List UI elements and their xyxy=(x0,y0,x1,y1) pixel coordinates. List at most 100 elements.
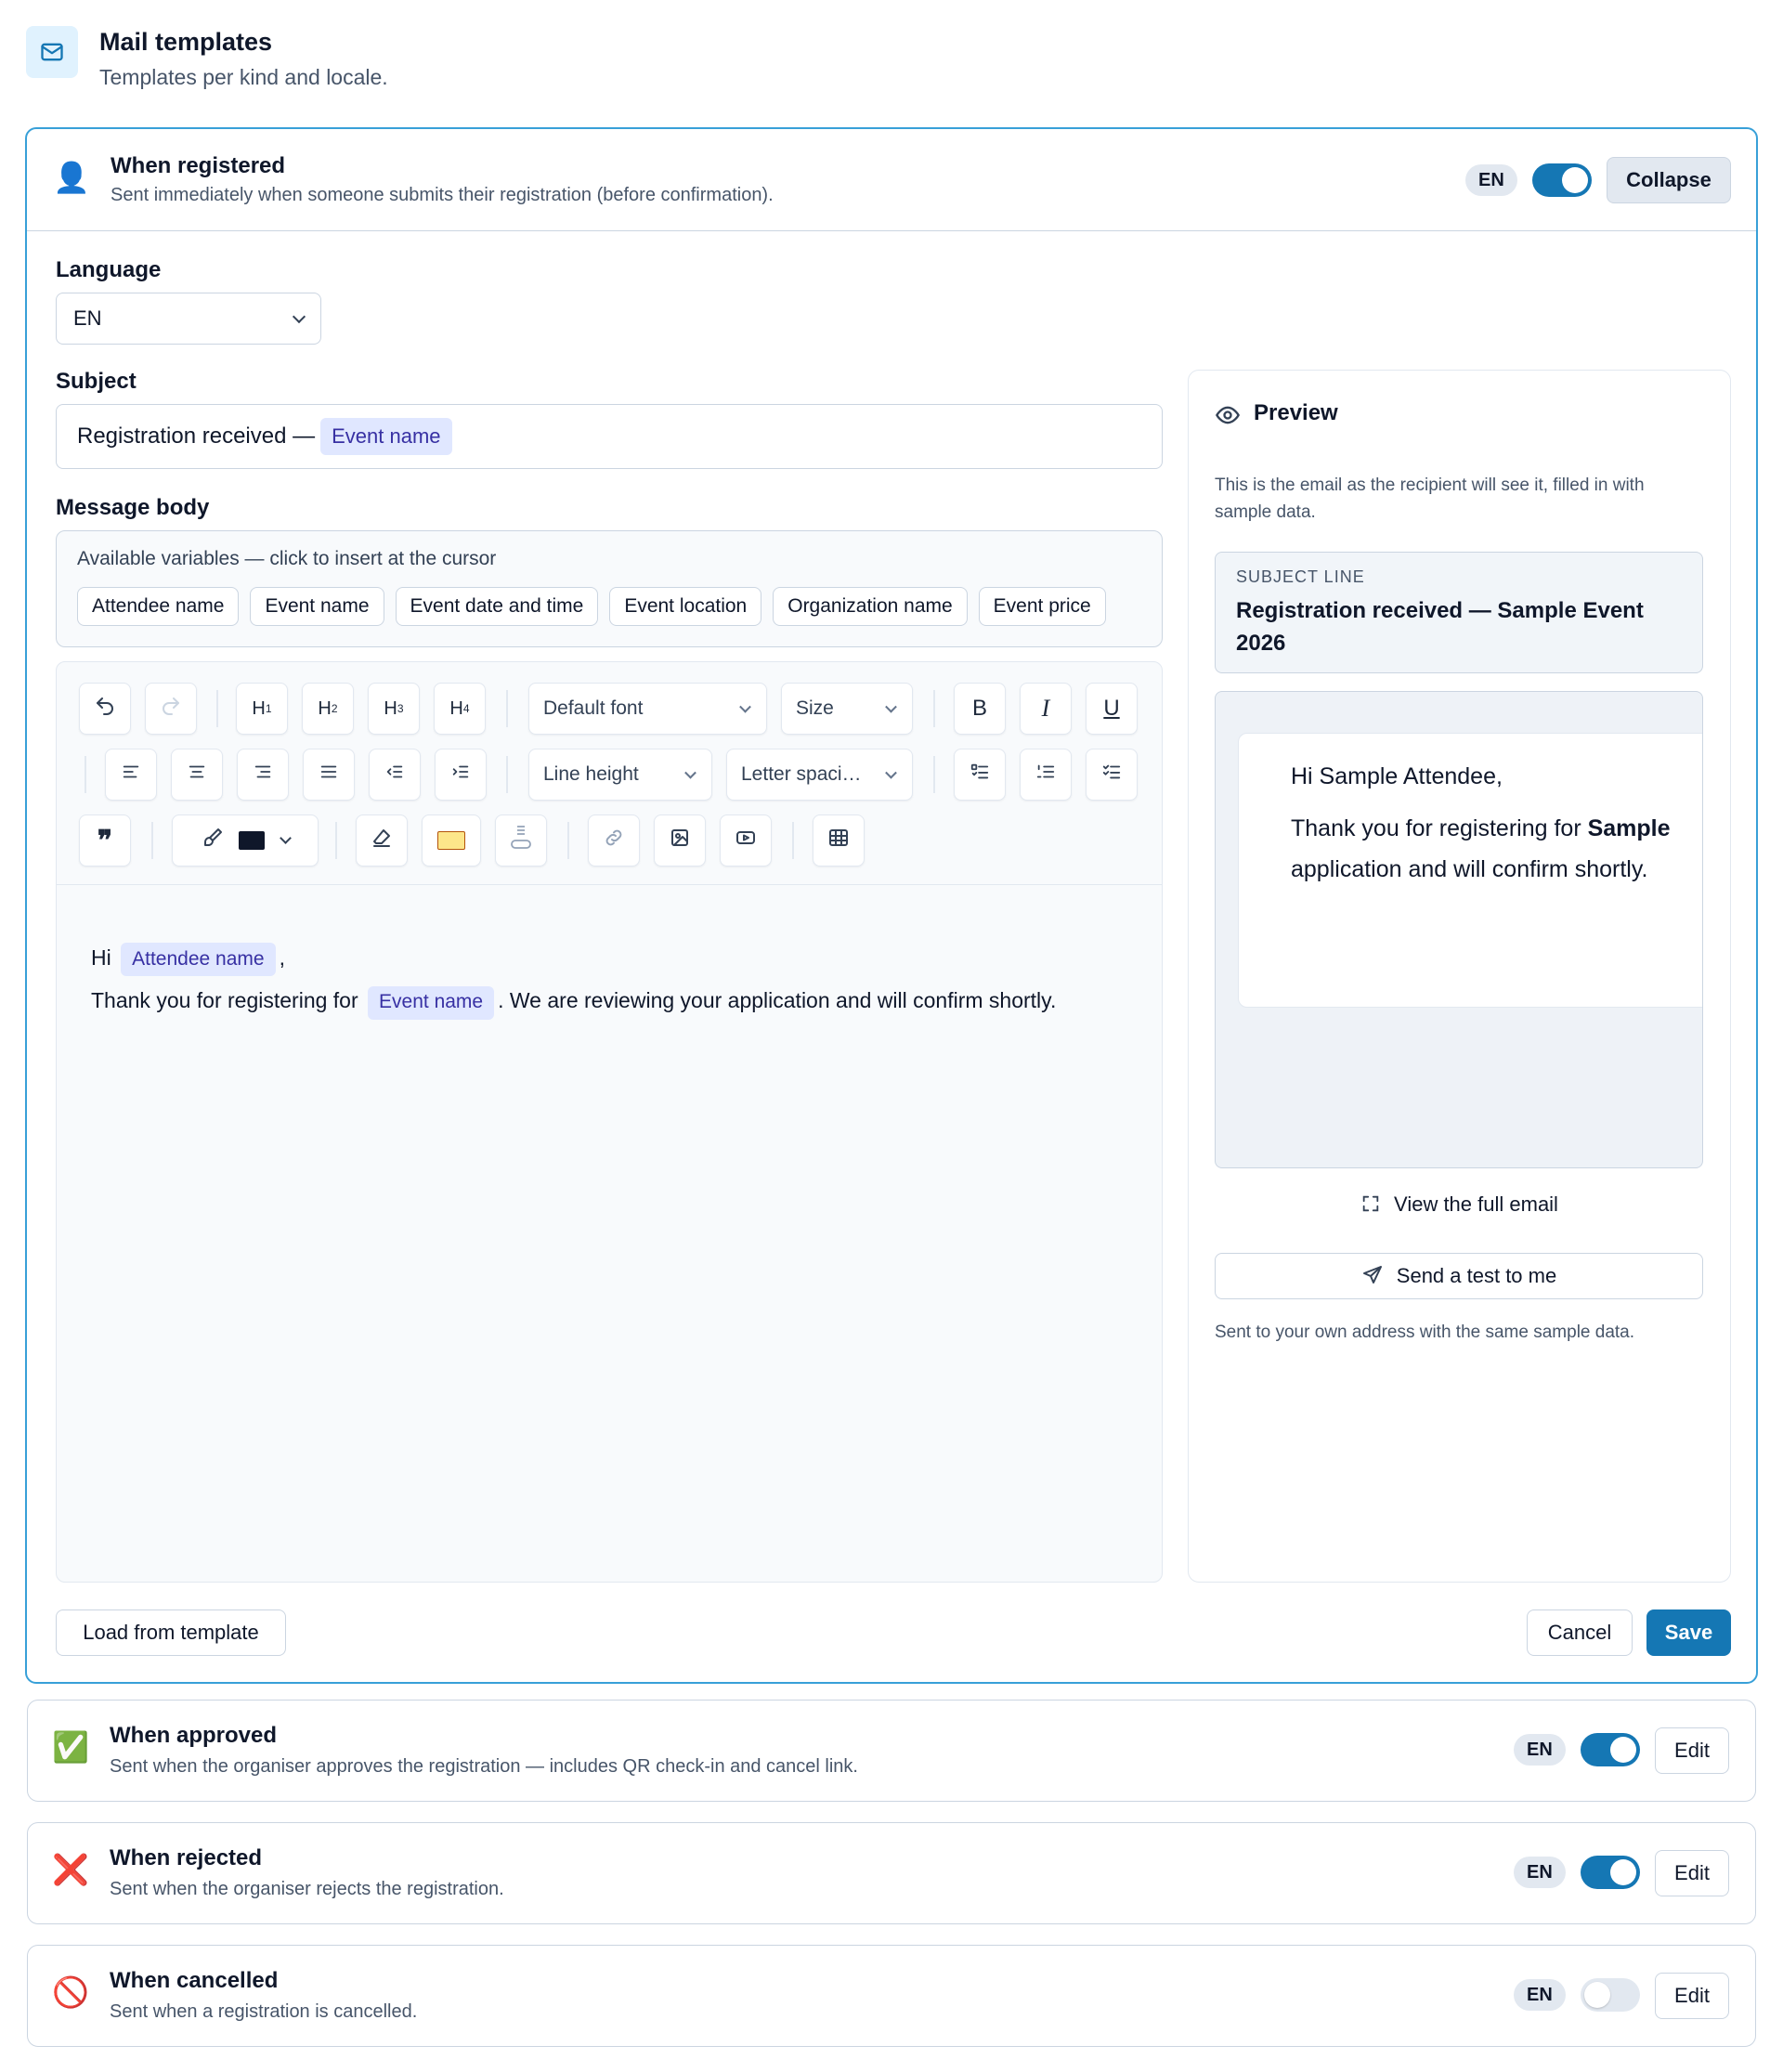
task-list-icon xyxy=(1101,762,1122,788)
chevron-down-icon xyxy=(292,309,306,324)
edit-button[interactable]: Edit xyxy=(1655,1973,1729,2019)
heading-2-sub: 2 xyxy=(331,702,338,715)
locale-badge: EN xyxy=(1514,1734,1566,1766)
bullet-list-button[interactable] xyxy=(954,749,1006,801)
variable-organization-name[interactable]: Organization name xyxy=(773,587,968,626)
heading-2-button[interactable]: H2 xyxy=(302,683,354,735)
outdent-button[interactable] xyxy=(369,749,421,801)
locale-badge: EN xyxy=(1465,164,1517,196)
editor-variable-chip[interactable]: Attendee name xyxy=(121,943,276,977)
template-card-rejected: ❌ When rejected Sent when the organiser … xyxy=(27,1822,1756,1924)
cancel-button[interactable]: Cancel xyxy=(1527,1609,1633,1656)
variable-event-date-time[interactable]: Event date and time xyxy=(395,587,599,626)
image-icon xyxy=(669,827,691,854)
view-full-email-link[interactable]: View the full email xyxy=(1189,1192,1730,1219)
font-family-select[interactable]: Default font xyxy=(528,683,767,735)
italic-button[interactable]: I xyxy=(1020,683,1072,735)
bold-button[interactable]: B xyxy=(954,683,1006,735)
subject-input[interactable]: Registration received — Event name xyxy=(56,404,1163,469)
page-subtitle: Templates per kind and locale. xyxy=(99,65,388,89)
text-color-picker[interactable] xyxy=(172,814,319,867)
chevron-down-icon xyxy=(885,766,897,779)
editor-toolbar: H1 H2 H3 H4 Default font Size B I U Line… xyxy=(57,662,1162,885)
heading-2-label: H xyxy=(318,697,332,719)
enabled-toggle[interactable] xyxy=(1581,1978,1640,2012)
card-header: 👤 When registered Sent immediately when … xyxy=(27,129,1756,231)
heading-1-button[interactable]: H1 xyxy=(236,683,288,735)
editor-variable-chip[interactable]: Event name xyxy=(368,985,495,1020)
enabled-toggle[interactable] xyxy=(1532,163,1592,197)
font-size-select[interactable]: Size xyxy=(781,683,913,735)
divider-icon xyxy=(508,824,534,857)
save-button[interactable]: Save xyxy=(1646,1609,1731,1656)
table-button[interactable] xyxy=(813,814,865,867)
template-card-approved: ✅ When approved Sent when the organiser … xyxy=(27,1700,1756,1802)
editor-content[interactable]: Hi Attendee name, Thank you for register… xyxy=(91,941,1127,1027)
preview-email-text-2: application and will confirm shortly. xyxy=(1291,855,1648,882)
person-icon: 👤 xyxy=(53,161,90,194)
subject-variable-chip[interactable]: Event name xyxy=(320,418,452,455)
highlight-swatch xyxy=(437,831,465,850)
line-height-select[interactable]: Line height xyxy=(528,749,712,801)
load-from-template-button[interactable]: Load from template xyxy=(56,1609,286,1656)
image-button[interactable] xyxy=(654,814,706,867)
font-size-value: Size xyxy=(796,697,834,719)
variable-event-name[interactable]: Event name xyxy=(250,587,384,626)
variables-hint: Available variables — click to insert at… xyxy=(77,548,497,569)
video-button[interactable] xyxy=(720,814,772,867)
editor-paragraph-greeting: Hi Attendee name, xyxy=(91,941,1127,977)
preview-email-frame: Hi Sample Attendee, Thank you for regist… xyxy=(1215,691,1703,1168)
preview-email-line: Thank you for registering for Sample app… xyxy=(1291,809,1702,891)
enabled-toggle[interactable] xyxy=(1581,1856,1640,1889)
variables-list: Attendee name Event name Event date and … xyxy=(77,587,1106,626)
expand-icon xyxy=(1360,1193,1381,1219)
align-right-button[interactable] xyxy=(237,749,289,801)
variable-event-price[interactable]: Event price xyxy=(978,587,1106,626)
letter-spacing-select[interactable]: Letter spaci… xyxy=(726,749,913,801)
highlight-color-button[interactable] xyxy=(422,814,481,867)
chevron-down-icon xyxy=(885,700,897,713)
heading-3-sub: 3 xyxy=(397,702,404,715)
subject-text: Registration received — xyxy=(77,424,316,449)
edit-button[interactable]: Edit xyxy=(1655,1850,1729,1896)
edit-button[interactable]: Edit xyxy=(1655,1727,1729,1774)
language-select[interactable]: EN xyxy=(56,293,321,345)
cross-mark-icon: ❌ xyxy=(52,1853,89,1886)
template-card-registered: 👤 When registered Sent immediately when … xyxy=(25,127,1758,1684)
rich-text-editor: H1 H2 H3 H4 Default font Size B I U Line… xyxy=(56,661,1163,1583)
language-value: EN xyxy=(73,306,102,330)
eraser-icon xyxy=(371,827,393,854)
subject-label: Subject xyxy=(56,369,137,394)
undo-button[interactable] xyxy=(79,683,131,735)
preview-subject-card: SUBJECT LINE Registration received — Sam… xyxy=(1215,552,1703,673)
blockquote-button[interactable]: ❞ xyxy=(79,814,131,867)
underline-button[interactable]: U xyxy=(1086,683,1138,735)
language-label: Language xyxy=(56,257,162,282)
ordered-list-button[interactable] xyxy=(1020,749,1072,801)
card-title: When rejected xyxy=(110,1845,263,1870)
enabled-toggle[interactable] xyxy=(1581,1733,1640,1766)
line-height-value: Line height xyxy=(543,763,639,785)
link-button[interactable] xyxy=(588,814,640,867)
page-header: Mail templates Templates per kind and lo… xyxy=(26,26,1757,100)
card-title: When approved xyxy=(110,1723,278,1748)
variable-event-location[interactable]: Event location xyxy=(609,587,762,626)
align-left-button[interactable] xyxy=(105,749,157,801)
clear-format-button[interactable] xyxy=(356,814,408,867)
task-list-button[interactable] xyxy=(1086,749,1138,801)
align-center-button[interactable] xyxy=(171,749,223,801)
horizontal-rule-button[interactable] xyxy=(495,814,547,867)
greeting-text: Hi xyxy=(91,945,111,970)
prohibited-icon: 🚫 xyxy=(52,1975,89,2009)
indent-button[interactable] xyxy=(435,749,487,801)
preview-panel: Preview This is the email as the recipie… xyxy=(1188,370,1731,1583)
send-test-label: Send a test to me xyxy=(1396,1264,1557,1287)
redo-button[interactable] xyxy=(145,683,197,735)
heading-3-button[interactable]: H3 xyxy=(368,683,420,735)
indent-icon xyxy=(450,762,471,788)
variable-attendee-name[interactable]: Attendee name xyxy=(77,587,240,626)
send-test-button[interactable]: Send a test to me xyxy=(1215,1253,1703,1299)
align-justify-button[interactable] xyxy=(303,749,355,801)
heading-4-button[interactable]: H4 xyxy=(434,683,486,735)
collapse-button[interactable]: Collapse xyxy=(1607,157,1731,203)
